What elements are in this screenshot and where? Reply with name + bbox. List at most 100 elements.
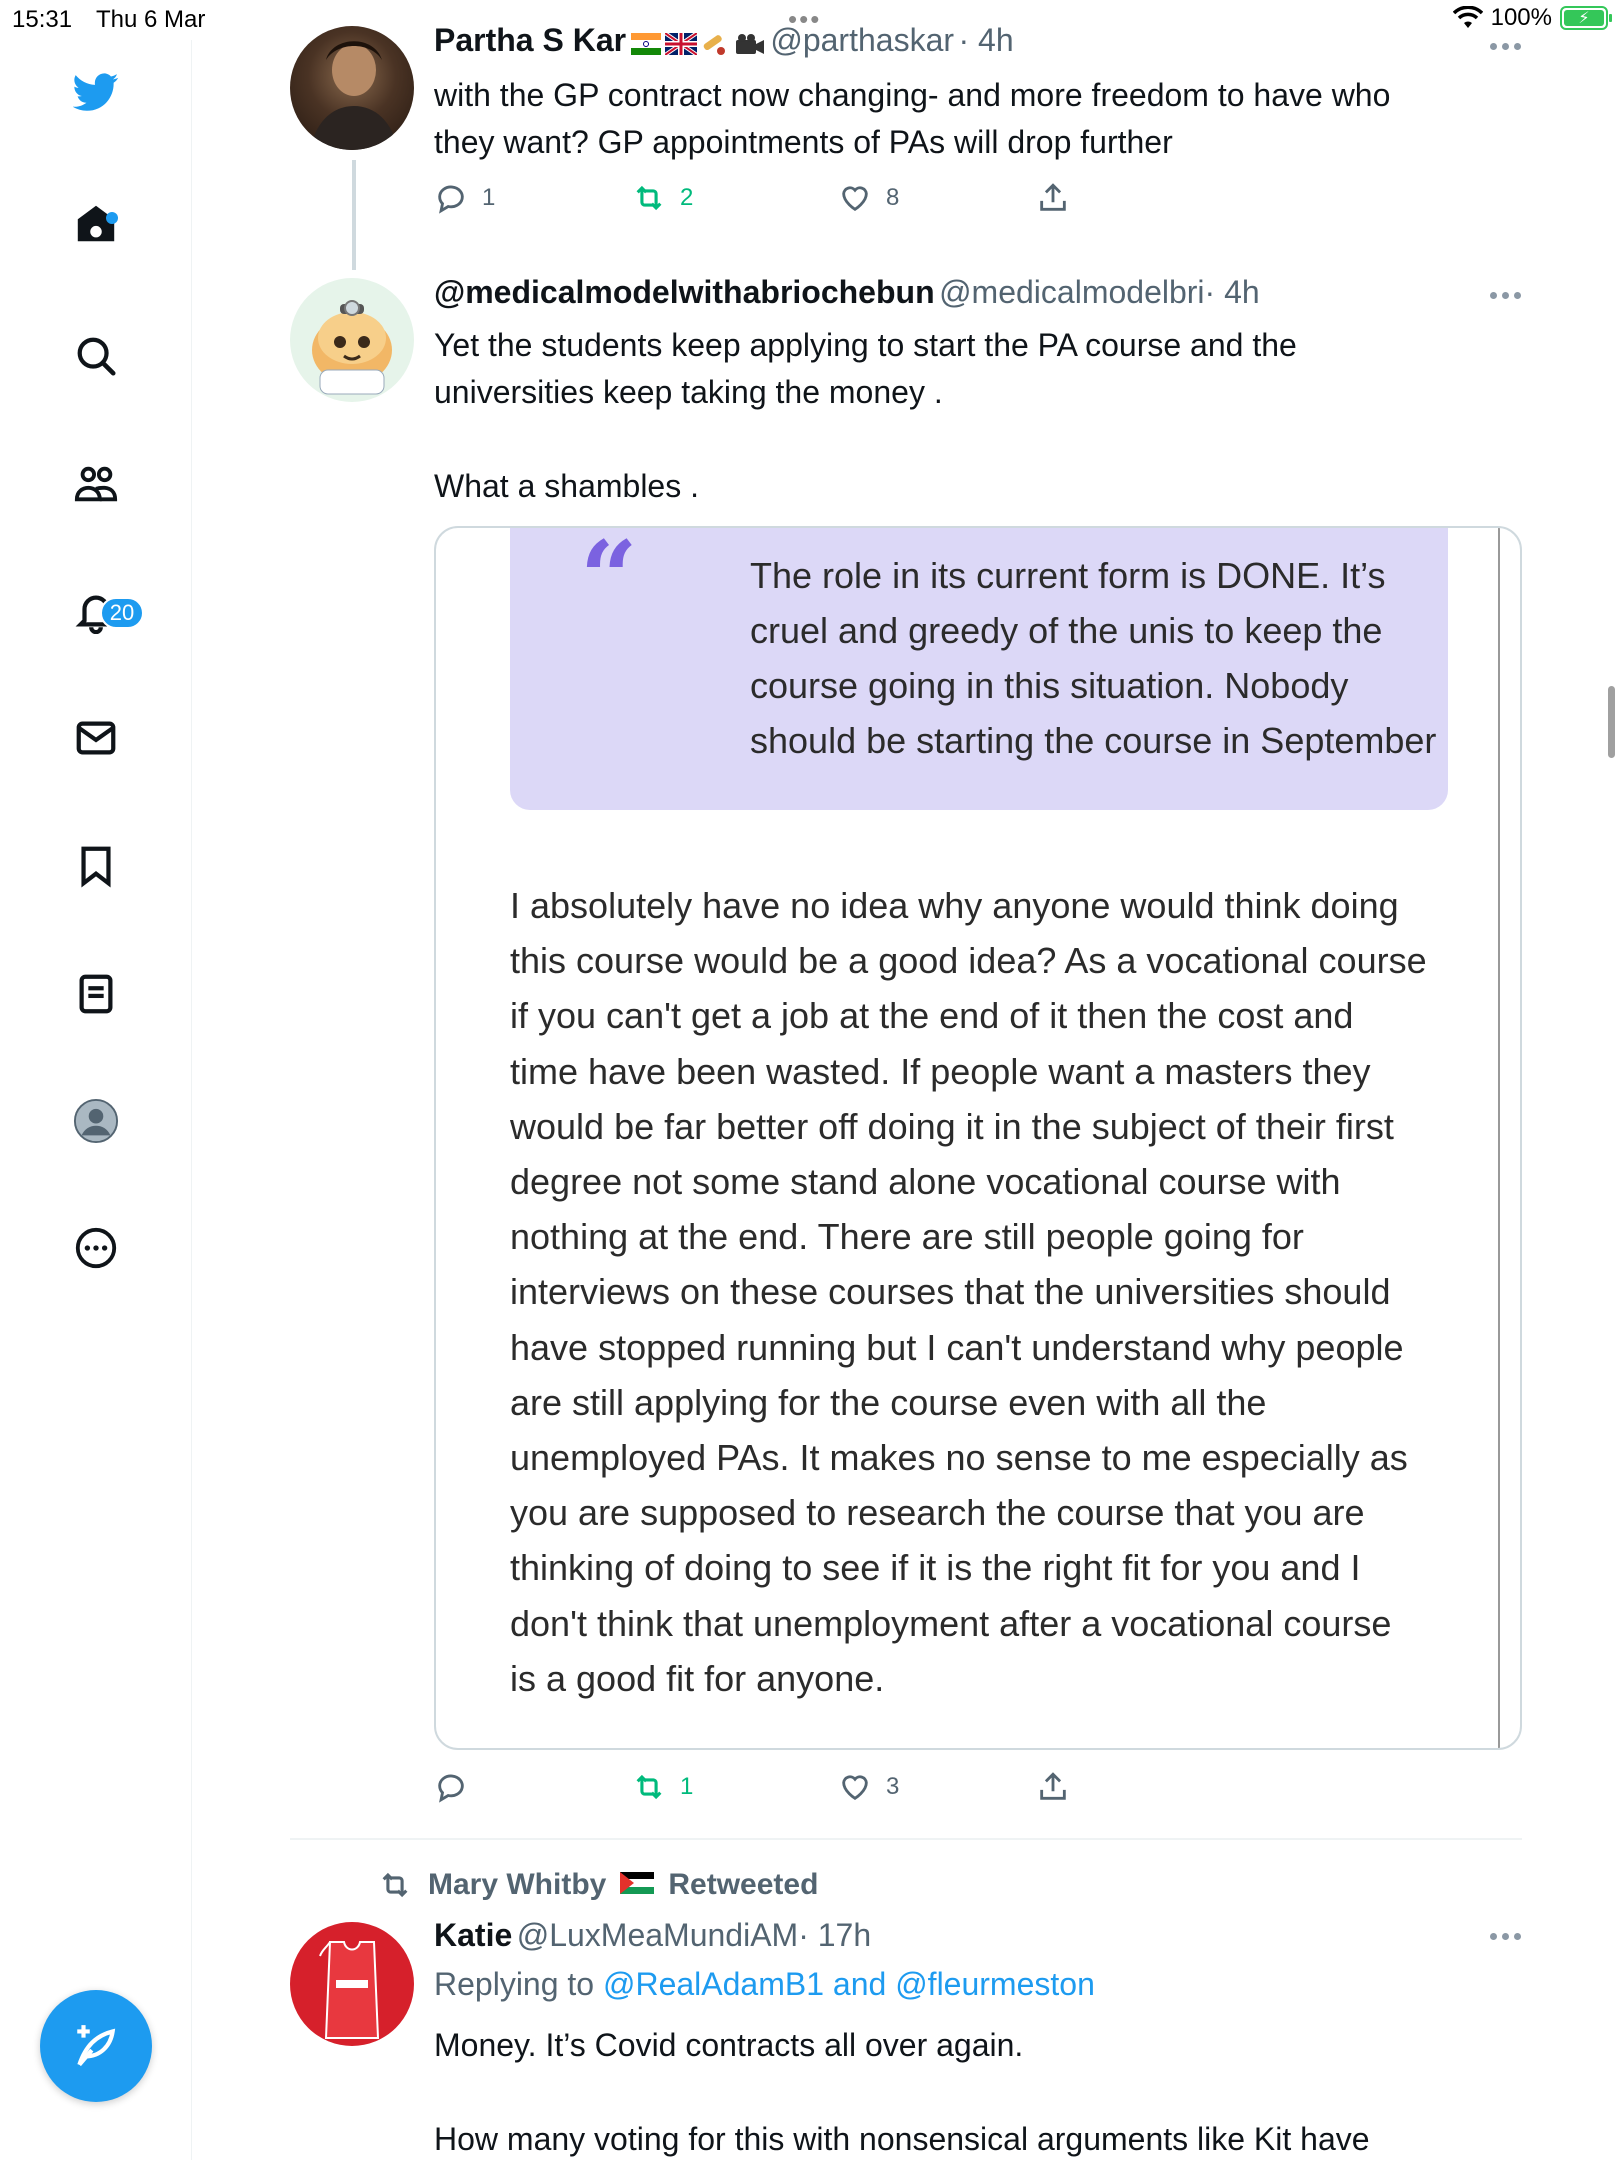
image-scroll-edge — [1498, 528, 1500, 1748]
retweeted-by-row: Mary Whitby Retweeted — [376, 1868, 818, 1902]
retweeter-name[interactable]: Mary Whitby — [428, 1868, 606, 1902]
retweet-icon — [382, 1872, 408, 1898]
reply-button[interactable]: 1 — [434, 181, 495, 215]
communities-icon[interactable] — [70, 458, 122, 510]
quote-line: don't think that unemployment after a vo… — [510, 1602, 1392, 1644]
quote-line: cruel and greedy of the unis to keep the — [750, 610, 1383, 651]
replying-prefix: Replying to — [434, 1966, 595, 2002]
messages-icon[interactable] — [70, 712, 122, 764]
author-name[interactable]: Partha S Kar — [434, 22, 626, 58]
tweet-text: Money. It’s Covid contracts all over aga… — [434, 2022, 1524, 2160]
quote-line: this course would be a good idea? As a v… — [510, 940, 1427, 982]
tweet-text: Yet the students keep applying to start … — [434, 322, 1524, 510]
home-unread-dot — [106, 212, 118, 224]
replying-to: Replying to @RealAdamB1 and @fleurmeston — [434, 1966, 1095, 2003]
share-button[interactable] — [1036, 1770, 1070, 1804]
lists-icon[interactable] — [70, 968, 122, 1020]
quote-line: degree not some stand alone vocational c… — [510, 1161, 1341, 1203]
like-button[interactable]: 3 — [838, 1770, 899, 1804]
search-icon[interactable] — [70, 330, 122, 382]
compose-feather-icon — [77, 2025, 116, 2067]
quote-line: I absolutely have no idea why anyone wou… — [510, 885, 1399, 926]
retweet-count: 1 — [680, 1773, 694, 1800]
author-handle[interactable]: @medicalmodelbri — [939, 274, 1204, 310]
tweet-time[interactable]: · 4h — [958, 22, 1013, 58]
uk-flag-icon — [663, 31, 699, 60]
tweet-actions: 1 3 — [434, 1770, 1084, 1810]
tweet-line: Money. It’s Covid contracts all over aga… — [434, 2027, 1024, 2063]
tweet-more-icon[interactable] — [1490, 1933, 1530, 1943]
tweet-more-icon[interactable] — [1490, 292, 1530, 302]
quote-line: would be far better off doing it in the … — [510, 1105, 1394, 1147]
status-right: 100% ⚡ — [1452, 4, 1612, 32]
quote-line: The role in its current form is DONE. It… — [750, 555, 1386, 596]
battery-icon: ⚡ — [1560, 6, 1612, 30]
sidebar: 20 — [0, 40, 192, 2160]
quote-line: have stopped running but I can't underst… — [510, 1326, 1404, 1368]
retweet-button[interactable]: 2 — [632, 181, 693, 215]
status-date: Thu 6 Mar — [96, 6, 206, 33]
tweet-line: Yet the students keep applying to start … — [434, 327, 1297, 363]
video-camera-icon — [734, 32, 766, 61]
retweet-count: 2 — [680, 184, 694, 211]
scrollbar[interactable] — [1608, 686, 1615, 758]
more-icon[interactable] — [70, 1222, 122, 1274]
wifi-icon — [1452, 6, 1483, 28]
tweet-media-image[interactable]: “ The role in its current form is DONE. … — [434, 526, 1522, 1750]
mention-link[interactable]: @fleurmeston — [895, 1966, 1095, 2002]
profile-icon[interactable] — [70, 1095, 122, 1147]
tweet-header: Partha S Kar @parthaskar · 4h — [434, 22, 1014, 62]
quote-body-text: I absolutely have no idea why anyone wou… — [510, 878, 1470, 1706]
cricket-bat-icon — [701, 31, 729, 62]
home-icon[interactable] — [70, 198, 122, 250]
twitter-bird-icon[interactable] — [70, 66, 122, 118]
reply-count: 1 — [482, 184, 496, 211]
replying-and: and — [832, 1966, 887, 2002]
quote-line: thinking of doing to see if it is the ri… — [510, 1547, 1361, 1589]
notifications-count-badge: 20 — [100, 597, 144, 629]
quote-highlight-box: “ The role in its current form is DONE. … — [510, 528, 1448, 810]
tweet-time[interactable]: · 17h — [798, 1917, 871, 1953]
heart-icon — [842, 1775, 868, 1801]
tweet-time[interactable]: · 4h — [1205, 274, 1260, 310]
bookmark-icon[interactable] — [70, 840, 122, 892]
retweet-icon — [636, 185, 662, 211]
quote-line: are still applying for the course even w… — [510, 1381, 1267, 1423]
quote-line: is a good fit for anyone. — [510, 1657, 885, 1699]
quote-line: interviews on these courses that the uni… — [510, 1271, 1391, 1313]
tweet-more-icon[interactable] — [1490, 43, 1530, 53]
quote-line: unemployed PAs. It makes no sense to me … — [510, 1437, 1408, 1479]
like-count: 3 — [886, 1773, 900, 1800]
quote-highlight-text: The role in its current form is DONE. It… — [750, 548, 1490, 768]
author-handle[interactable]: @parthaskar — [770, 22, 954, 58]
reply-icon — [438, 185, 464, 214]
quote-line: time have been wasted. If people want a … — [510, 1050, 1371, 1092]
author-handle[interactable]: @LuxMeaMundiAM — [517, 1917, 798, 1953]
palestine-flag-icon — [620, 1868, 655, 1902]
tweet-text: with the GP contract now changing- and m… — [434, 72, 1524, 166]
heart-icon — [842, 186, 868, 212]
avatar[interactable] — [290, 26, 414, 150]
quote-line: course going in this situation. Nobody — [750, 665, 1349, 706]
quote-line: should be starting the course in Septemb… — [750, 720, 1437, 761]
tweet-line: with the GP contract now changing- and m… — [434, 77, 1391, 113]
avatar[interactable] — [290, 1922, 414, 2046]
like-button[interactable]: 8 — [838, 181, 899, 215]
author-name[interactable]: @medicalmodelwithabriochebun — [434, 274, 935, 310]
tweet-line: they want? GP appointments of PAs will d… — [434, 124, 1173, 160]
reply-button[interactable] — [434, 1770, 468, 1804]
retweet-icon — [636, 1774, 662, 1800]
reply-icon — [438, 1774, 464, 1803]
author-name[interactable]: Katie — [434, 1917, 512, 1953]
like-count: 8 — [886, 184, 900, 211]
share-icon — [1040, 1772, 1066, 1800]
retweet-button[interactable]: 1 — [632, 1770, 693, 1804]
thread-connector — [352, 160, 356, 270]
battery-percent: 100% — [1490, 4, 1552, 31]
compose-button[interactable] — [40, 1990, 152, 2102]
share-button[interactable] — [1036, 181, 1070, 215]
mention-link[interactable]: @RealAdamB1 — [603, 1966, 824, 2002]
avatar[interactable] — [290, 278, 414, 402]
quote-line: if you can't get a job at the end of it … — [510, 995, 1354, 1037]
quote-line: you are supposed to research the course … — [510, 1492, 1365, 1534]
